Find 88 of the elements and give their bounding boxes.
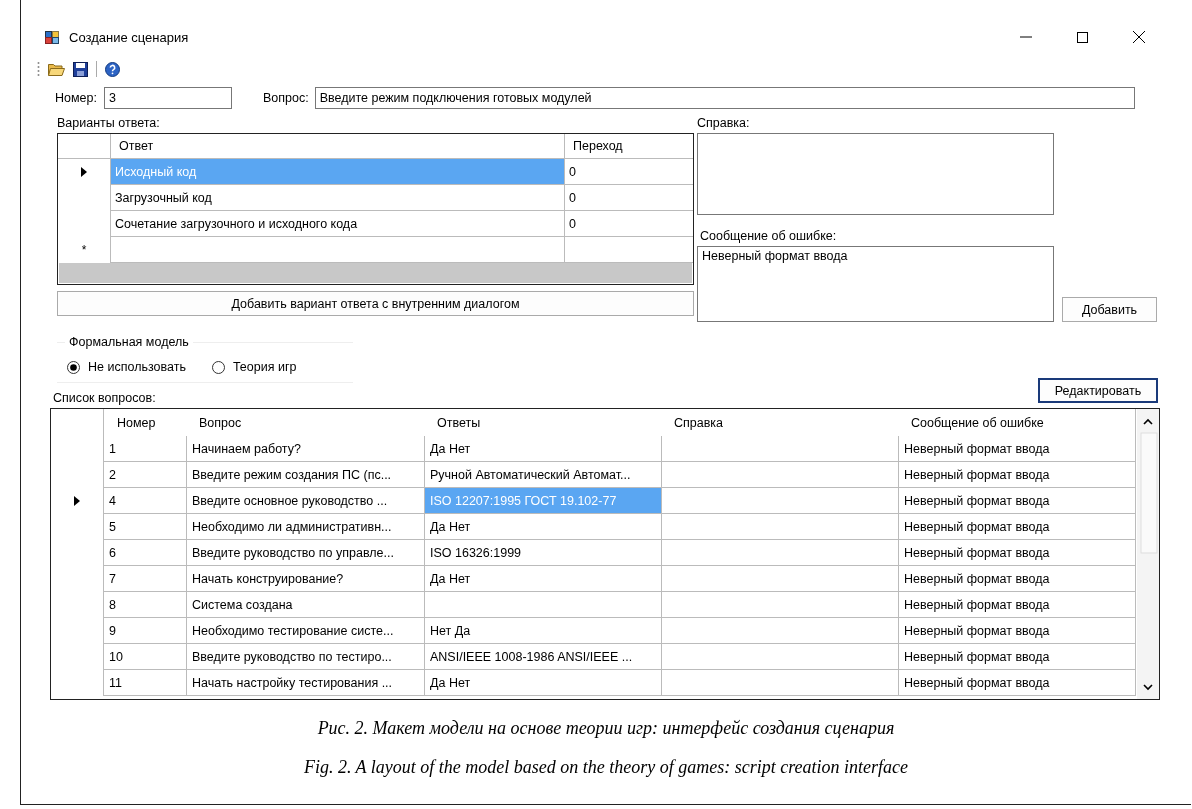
table-cell[interactable]: Неверный формат ввода (898, 488, 1136, 514)
maximize-icon[interactable] (1077, 31, 1088, 43)
table-cell[interactable] (661, 566, 898, 592)
table-cell[interactable]: 1 (103, 436, 186, 462)
table-cell[interactable]: 0 (564, 185, 693, 211)
toolbar-grip-icon (37, 61, 40, 77)
column-header[interactable]: Справка (661, 409, 898, 436)
table-cell[interactable]: Введите основное руководство ... (186, 488, 424, 514)
table-cell[interactable]: Нет Да (424, 618, 661, 644)
radio-option[interactable]: Теория игр (211, 360, 297, 374)
table-cell[interactable]: Неверный формат ввода (898, 618, 1136, 644)
question-field[interactable]: Введите режим подключения готовых модулей (314, 87, 1135, 109)
close-icon[interactable] (1133, 31, 1145, 43)
column-header[interactable]: Переход (564, 134, 693, 158)
table-cell[interactable]: 11 (103, 670, 186, 696)
column-header[interactable]: Сообщение об ошибке (898, 409, 1136, 436)
table-cell[interactable]: Да Нет (424, 670, 661, 696)
group-title: Формальная модель (65, 335, 193, 349)
table-cell[interactable] (661, 592, 898, 618)
form-icon (45, 30, 59, 44)
add-answer-button[interactable]: Добавить вариант ответа с внутренним диалогом (57, 291, 694, 316)
window-title: Создание сценария (69, 29, 189, 45)
table-cell[interactable]: Система создана (186, 592, 424, 618)
help-icon[interactable] (105, 61, 120, 77)
table-cell[interactable] (661, 488, 898, 514)
table-cell[interactable] (424, 592, 661, 618)
table-cell[interactable]: 0 (564, 211, 693, 237)
table-cell[interactable] (661, 514, 898, 540)
table-cell[interactable]: Сочетание загрузочного и исходного кода (110, 211, 564, 237)
table-cell[interactable]: 0 (564, 159, 693, 185)
table-cell[interactable] (661, 436, 898, 462)
table-cell[interactable]: Начинаем работу? (186, 436, 424, 462)
table-cell[interactable]: Неверный формат ввода (898, 592, 1136, 618)
column-header[interactable]: Ответы (424, 409, 661, 436)
table-cell[interactable] (661, 670, 898, 696)
table-cell[interactable] (661, 462, 898, 488)
table-cell[interactable]: Необходимо ли административн... (186, 514, 424, 540)
new-row-marker: * (81, 243, 87, 257)
figure-caption: Рис. 2. Макет модели на основе теории игр: интерфейс создания сценария (317, 718, 895, 739)
table-cell[interactable]: Необходимо тестирование систе... (186, 618, 424, 644)
edit-button[interactable]: Редактировать (1038, 378, 1158, 403)
radio-option[interactable]: Не использовать (67, 360, 186, 374)
table-cell[interactable]: 7 (103, 566, 186, 592)
table-cell[interactable]: Да Нет (424, 566, 661, 592)
table-cell[interactable]: 5 (103, 514, 186, 540)
help-field[interactable] (697, 133, 1054, 215)
save-icon[interactable] (73, 61, 88, 77)
table-cell[interactable]: Неверный формат ввода (898, 670, 1136, 696)
error-label: Сообщение об ошибке: (700, 229, 838, 243)
table-cell[interactable]: 10 (103, 644, 186, 670)
table-cell[interactable]: Загрузочный код (110, 185, 564, 211)
column-header[interactable]: Вопрос (186, 409, 424, 436)
table-cell[interactable]: Неверный формат ввода (898, 436, 1136, 462)
table-cell[interactable]: 6 (103, 540, 186, 566)
column-header[interactable]: Ответ (110, 134, 564, 158)
error-field[interactable]: Неверный формат ввода (697, 246, 1054, 322)
answers-label: Варианты ответа: (57, 116, 161, 130)
table-cell[interactable]: Да Нет (424, 514, 661, 540)
table-cell[interactable]: Введите руководство по тестиро... (186, 644, 424, 670)
table-cell[interactable]: Введите руководство по управле... (186, 540, 424, 566)
open-folder-icon[interactable] (48, 62, 65, 76)
table-cell[interactable]: Неверный формат ввода (898, 644, 1136, 670)
table-cell[interactable]: 4 (103, 488, 186, 514)
table-cell[interactable]: 9 (103, 618, 186, 644)
table-cell[interactable] (661, 618, 898, 644)
table-cell[interactable]: Введите режим создания ПС (пс... (186, 462, 424, 488)
table-cell[interactable]: Начать конструирование? (186, 566, 424, 592)
number-field[interactable]: 3 (103, 87, 232, 109)
table-cell[interactable]: ANSI/IEEE 1008-1986 ANSI/IEEE ... (424, 644, 661, 670)
table-cell[interactable]: Да Нет (424, 436, 661, 462)
table-cell[interactable]: Неверный формат ввода (898, 462, 1136, 488)
table-cell[interactable]: Начать настройку тестирования ... (186, 670, 424, 696)
column-header[interactable]: Номер (103, 409, 186, 436)
add-button[interactable]: Добавить (1062, 297, 1157, 322)
table-cell[interactable]: Неверный формат ввода (898, 540, 1136, 566)
number-label: Номер: (55, 91, 97, 105)
table-cell[interactable]: ISO 16326:1999 (424, 540, 661, 566)
table-cell[interactable]: Неверный формат ввода (898, 514, 1136, 540)
table-cell[interactable]: 8 (103, 592, 186, 618)
table-cell[interactable]: 2 (103, 462, 186, 488)
questions-label: Список вопросов: (53, 391, 156, 405)
figure-caption: Fig. 2. A layout of the model based on the theory of games: script creation interface (303, 757, 909, 778)
help-label: Справка: (697, 116, 751, 130)
table-cell[interactable]: Неверный формат ввода (898, 566, 1136, 592)
question-label: Вопрос: (262, 91, 309, 105)
table-cell[interactable] (661, 540, 898, 566)
table-cell[interactable] (661, 644, 898, 670)
vertical-scrollbar[interactable] (1137, 409, 1159, 699)
